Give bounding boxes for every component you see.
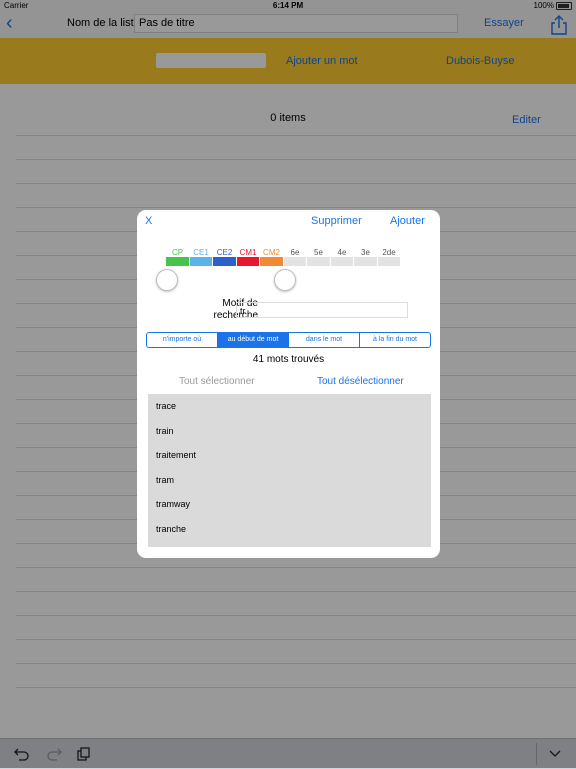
level-label: 6e [290, 248, 300, 257]
match-mode-option[interactable]: au début de mot [218, 333, 289, 347]
level-segment[interactable] [166, 257, 189, 266]
close-button[interactable]: X [145, 215, 152, 227]
range-end-knob[interactable] [273, 269, 296, 291]
level-segment[interactable] [283, 257, 306, 266]
word-list-item[interactable]: trace [156, 401, 176, 411]
deselect-all-button[interactable]: Tout désélectionner [317, 376, 404, 387]
words-found: 41 mots trouvés [252, 354, 325, 365]
word-list-item[interactable]: train [156, 426, 174, 436]
match-mode-segmented-control: n'importe où au début de mot dans le mot à … [146, 332, 431, 348]
range-start-knob[interactable] [156, 269, 178, 291]
add-button[interactable]: Ajouter [390, 215, 425, 227]
level-segment[interactable] [307, 257, 330, 266]
delete-button[interactable]: Supprimer [311, 215, 362, 227]
level-label: 4e [337, 248, 347, 257]
word-list-item[interactable]: tramway [156, 499, 190, 509]
level-segment[interactable] [354, 257, 377, 266]
level-label: CM2 [263, 248, 280, 257]
level-label: 2de [382, 248, 396, 257]
level-segment[interactable] [330, 257, 353, 266]
search-pattern-input[interactable]: tr [236, 302, 408, 318]
level-segment[interactable] [213, 257, 236, 266]
match-mode-option[interactable]: dans le mot [289, 333, 360, 347]
level-segment[interactable] [260, 257, 283, 266]
level-label: CM1 [239, 248, 257, 257]
word-list-item[interactable]: tram [156, 475, 174, 485]
word-picker-modal: X Supprimer Ajouter CP CE1 CE2 CM1 CM2 6e 5e 4e… [137, 210, 440, 558]
level-segment[interactable] [189, 257, 212, 266]
level-label: CP [171, 248, 184, 257]
word-list-item[interactable]: tranche [156, 524, 186, 534]
level-label: 3e [361, 248, 370, 257]
select-all-button[interactable]: Tout sélectionner [179, 376, 255, 387]
word-list-item[interactable]: traitement [156, 450, 196, 460]
level-segment[interactable] [236, 257, 259, 266]
word-list: trace train traitement tram tramway tranche [148, 394, 431, 547]
level-label: CE1 [193, 248, 209, 257]
level-label: CE2 [216, 248, 233, 257]
level-label: 5e [314, 248, 323, 257]
match-mode-option[interactable]: à la fin du mot [360, 333, 430, 347]
level-segment[interactable] [377, 257, 400, 266]
match-mode-option[interactable]: n'importe où [147, 333, 218, 347]
